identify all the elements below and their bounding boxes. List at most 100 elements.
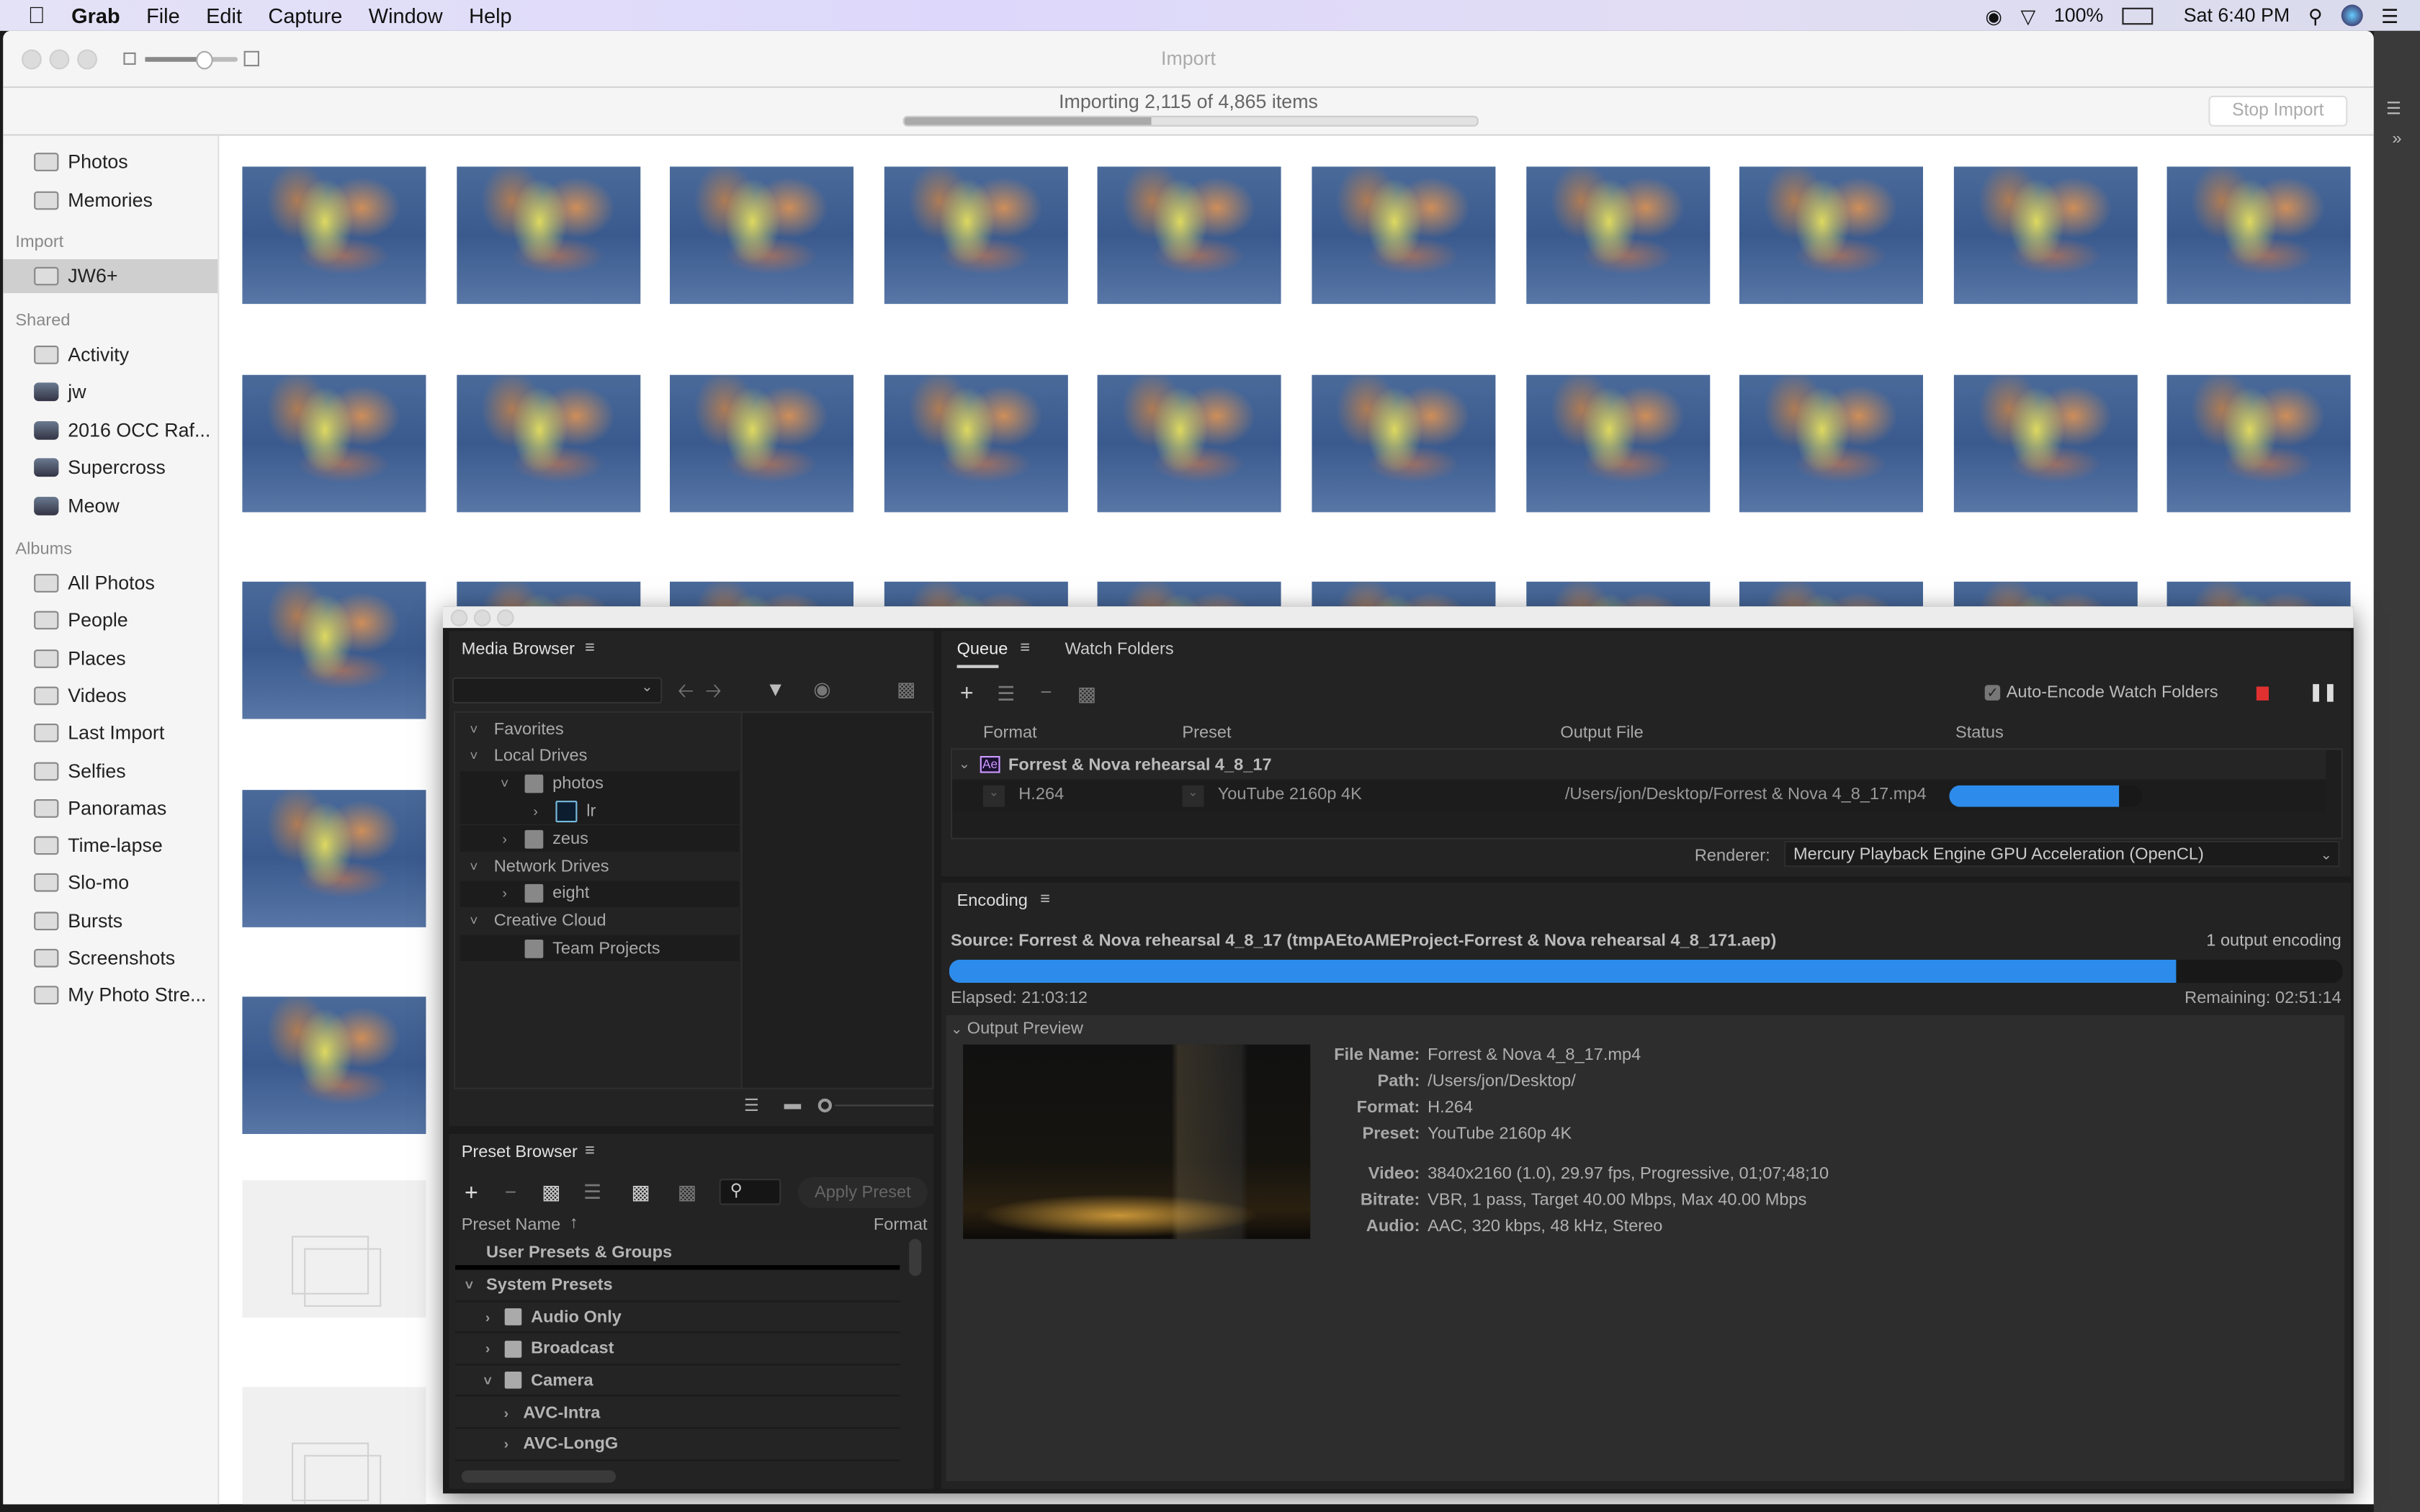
preset-row[interactable]: › Broadcast (455, 1334, 900, 1365)
apply-preset-button[interactable]: Apply Preset (797, 1177, 928, 1208)
tree-item[interactable]: Team Projects (460, 935, 740, 962)
sidebar-item[interactable]: Last Import (3, 716, 218, 750)
spotlight-search-icon[interactable]: ⚲ (2308, 4, 2323, 27)
photo-thumbnail[interactable] (1525, 166, 1710, 305)
photo-thumbnail[interactable] (242, 581, 426, 719)
sidebar-item[interactable]: Supercross (3, 451, 218, 485)
ingest-icon[interactable]: ▩ (897, 678, 915, 702)
menu-window[interactable]: Window (369, 4, 443, 27)
photo-thumbnail[interactable] (456, 374, 640, 513)
sidebar-item[interactable]: Places (3, 642, 218, 675)
chevron-right-icon[interactable]: › (497, 886, 512, 901)
zoom-slider-track[interactable] (835, 1104, 934, 1107)
photo-thumbnail[interactable] (1098, 374, 1282, 513)
sidebar-item[interactable]: JW6+ (3, 259, 218, 294)
notification-center-icon[interactable]: ☰ (2381, 4, 2398, 27)
preset-dropdown-icon[interactable]: ⌄ (1182, 785, 1204, 807)
photo-thumbnail[interactable] (1739, 166, 1924, 305)
back-arrow-icon[interactable]: 🡠 (678, 678, 694, 711)
remove-preset-icon[interactable]: − (505, 1180, 516, 1203)
chevron-down-icon[interactable]: ˅ (466, 914, 481, 929)
tree-item[interactable]: › eight (460, 881, 740, 907)
sidebar-item[interactable]: Meow (3, 488, 218, 522)
chevron-down-icon[interactable]: ˅ (497, 776, 512, 791)
sidebar-item[interactable]: jw (3, 376, 218, 410)
stop-queue-button[interactable] (2256, 686, 2269, 701)
photo-placeholder[interactable] (242, 1387, 426, 1505)
chevron-right-icon[interactable]: › (497, 831, 512, 846)
zoom-slider-handle[interactable] (817, 1098, 832, 1112)
tab-queue[interactable]: Queue (957, 640, 1008, 659)
column-format[interactable]: Format (983, 724, 1037, 742)
panel-menu-icon[interactable]: ≡ (585, 1142, 595, 1161)
photo-thumbnail[interactable] (1312, 374, 1496, 513)
sidebar-item[interactable]: Time-lapse (3, 829, 218, 863)
preset-row[interactable]: › Audio Only (455, 1302, 900, 1333)
output-preview-toggle[interactable]: ⌄ Output Preview (951, 1020, 1083, 1038)
tree-item[interactable]: ˅ Local Drives (460, 743, 740, 769)
sidebar-item[interactable]: 2016 OCC Raf... (3, 413, 218, 447)
tree-item[interactable]: › lr (460, 798, 740, 825)
sidebar-item[interactable]: Slo-mo (3, 866, 218, 900)
chevron-down-icon[interactable]: ˅ (480, 1373, 495, 1388)
photo-thumbnail[interactable] (884, 374, 1068, 513)
menu-app[interactable]: Grab (71, 4, 120, 27)
queue-settings-icon[interactable]: ☰ (997, 682, 1015, 706)
renderer-dropdown[interactable]: Mercury Playback Engine GPU Acceleration… (1784, 840, 2340, 868)
battery-percent[interactable]: 100% (2054, 4, 2104, 26)
tree-item[interactable]: ˅ photos (460, 770, 740, 797)
sidebar-item[interactable]: Screenshots (3, 941, 218, 975)
creative-cloud-icon[interactable]: ◉ (1985, 4, 2002, 27)
sidebar-item[interactable]: Activity (3, 338, 218, 372)
sidebar-item[interactable]: Photos (3, 145, 218, 179)
photo-thumbnail[interactable] (1953, 374, 2138, 513)
stop-import-button[interactable]: Stop Import (2208, 95, 2348, 127)
column-format[interactable]: Format (874, 1216, 928, 1235)
wifi-icon[interactable]: ▽ (2020, 4, 2035, 27)
column-output-file[interactable]: Output File (1560, 724, 1643, 742)
duplicate-icon[interactable]: ▩ (1077, 682, 1096, 706)
siri-icon[interactable] (2341, 4, 2363, 27)
photo-thumbnail[interactable] (670, 166, 854, 305)
chevron-right-icon[interactable]: › (480, 1310, 495, 1325)
import-preset-icon[interactable]: ▩ (631, 1180, 650, 1205)
photo-thumbnail[interactable] (1312, 166, 1496, 305)
output-file-path[interactable]: /Users/jon/Desktop/Forrest & Nova 4_8_17… (1565, 786, 1927, 804)
preset-search-input[interactable]: ⚲ (719, 1179, 781, 1205)
chevron-right-icon[interactable]: › (528, 804, 543, 819)
chevron-right-icon[interactable]: › (498, 1405, 514, 1420)
battery-icon[interactable] (2122, 6, 2153, 24)
forward-arrow-icon[interactable]: 🡢 (705, 678, 722, 711)
format-dropdown-icon[interactable]: ⌄ (983, 785, 1005, 807)
photo-thumbnail[interactable] (884, 166, 1068, 305)
photo-thumbnail[interactable] (2167, 166, 2352, 305)
list-view-icon[interactable]: ☰ (744, 1095, 759, 1116)
preset-row[interactable]: ˅ System Presets (455, 1270, 900, 1302)
add-source-icon[interactable]: + (960, 680, 974, 706)
sidebar-item[interactable]: People (3, 603, 218, 637)
horizontal-scrollbar[interactable] (461, 1470, 616, 1483)
tab-watch-folders[interactable]: Watch Folders (1065, 640, 1174, 659)
menu-edit[interactable]: Edit (206, 4, 242, 27)
apple-icon[interactable]:  (28, 2, 45, 28)
menu-file[interactable]: File (146, 4, 180, 27)
menu-help[interactable]: Help (469, 4, 511, 27)
photo-thumbnail[interactable] (1739, 374, 1924, 513)
column-preset-name[interactable]: Preset Name (462, 1216, 561, 1235)
chevron-down-icon[interactable]: ˅ (462, 1277, 477, 1292)
ame-close-button[interactable] (450, 609, 468, 626)
chevron-down-icon[interactable]: ˅ (466, 859, 481, 874)
sidebar-item[interactable]: All Photos (3, 566, 218, 600)
preset-row[interactable]: › AVC-LongG (455, 1429, 900, 1461)
photo-thumbnail[interactable] (456, 166, 640, 305)
sidebar-item[interactable]: Videos (3, 679, 218, 713)
location-dropdown[interactable]: ⌄ (452, 677, 663, 704)
panel-menu-icon[interactable]: ≡ (1040, 890, 1050, 909)
preset-row[interactable]: › AVC-Intra (455, 1398, 900, 1429)
chevron-down-icon[interactable]: ˅ (466, 721, 481, 737)
ame-minimize-button[interactable] (473, 609, 491, 626)
photo-placeholder[interactable] (242, 1180, 426, 1318)
sidebar-item[interactable]: Memories (3, 183, 218, 217)
photo-thumbnail[interactable] (1953, 166, 2138, 305)
tree-item[interactable]: ˅ Network Drives (460, 853, 740, 879)
